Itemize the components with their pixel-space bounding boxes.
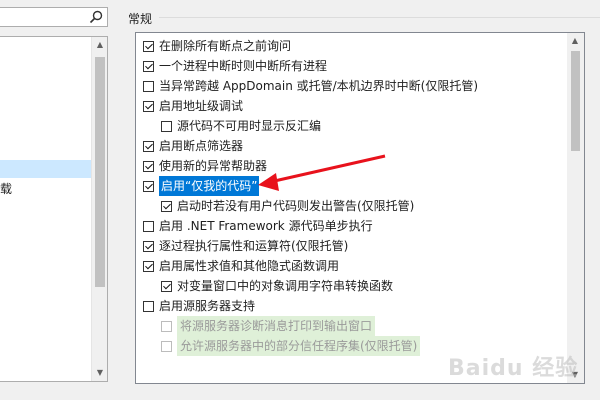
- options-search-box[interactable]: [0, 7, 108, 27]
- option-checkbox[interactable]: [143, 220, 154, 232]
- options-nav-panel: 载 ▲ ▼: [0, 0, 112, 400]
- option-checkbox[interactable]: [143, 160, 154, 172]
- option-row[interactable]: 一个进程中断时则中断所有进程: [143, 56, 327, 76]
- option-checkbox[interactable]: [143, 60, 154, 72]
- option-label: 启用“仅我的代码”: [159, 176, 260, 196]
- option-row[interactable]: 源代码不可用时显示反汇编: [161, 116, 321, 136]
- option-label: 一个进程中断时则中断所有进程: [159, 59, 328, 73]
- option-checkbox[interactable]: [143, 180, 154, 192]
- option-checkbox[interactable]: [143, 140, 154, 152]
- option-row[interactable]: 使用新的异常帮助器: [143, 156, 267, 176]
- tree-item-selected[interactable]: [0, 160, 92, 178]
- option-row[interactable]: 在删除所有断点之前询问: [143, 36, 291, 56]
- tree-item[interactable]: 载: [0, 180, 12, 198]
- option-checkbox[interactable]: [143, 40, 154, 52]
- section-title: 常规: [128, 12, 153, 26]
- option-row[interactable]: 逐过程执行属性和运算符(仅限托管): [143, 236, 348, 256]
- options-scrollbar[interactable]: ▲ ▼: [567, 33, 584, 383]
- tree-scrollbar[interactable]: ▲ ▼: [91, 37, 107, 381]
- option-label: 启用 .NET Framework 源代码单步执行: [159, 219, 373, 233]
- option-row[interactable]: 将源服务器诊断消息打印到输出窗口: [161, 316, 376, 336]
- debug-options-list: 在删除所有断点之前询问一个进程中断时则中断所有进程当异常跨越 AppDomain…: [135, 32, 585, 384]
- option-row[interactable]: 启用地址级调试: [143, 96, 243, 116]
- scroll-up-icon[interactable]: ▲: [567, 33, 583, 49]
- option-checkbox[interactable]: [161, 200, 172, 212]
- option-label: 当异常跨越 AppDomain 或托管/本机边界时中断(仅限托管): [159, 79, 479, 93]
- option-row[interactable]: 启用断点筛选器: [143, 136, 243, 156]
- option-label: 使用新的异常帮助器: [159, 159, 268, 173]
- option-row[interactable]: 当异常跨越 AppDomain 或托管/本机边界时中断(仅限托管): [143, 76, 478, 96]
- option-checkbox[interactable]: [143, 100, 154, 112]
- option-checkbox[interactable]: [143, 240, 154, 252]
- option-checkbox: [161, 320, 172, 332]
- search-icon[interactable]: [89, 10, 103, 24]
- option-row[interactable]: 启用属性求值和其他隐式函数调用: [143, 256, 339, 276]
- option-checkbox: [161, 340, 172, 352]
- option-row[interactable]: 启用 .NET Framework 源代码单步执行: [143, 216, 373, 236]
- tree-scrollbar-thumb[interactable]: [95, 57, 105, 287]
- option-checkbox[interactable]: [143, 300, 154, 312]
- tree-item-label: 载: [0, 182, 13, 196]
- option-label: 将源服务器诊断消息打印到输出窗口: [177, 316, 376, 336]
- option-label: 启用源服务器支持: [159, 299, 256, 313]
- option-row[interactable]: 启用“仅我的代码”: [143, 176, 260, 196]
- option-row[interactable]: 启动时若没有用户代码则发出警告(仅限托管): [161, 196, 414, 216]
- option-row[interactable]: 允许源服务器中的部分信任程序集(仅限托管): [161, 336, 421, 356]
- watermark-text: Baidu 经验: [448, 356, 579, 381]
- option-checkbox[interactable]: [143, 260, 154, 272]
- option-row[interactable]: 启用源服务器支持: [143, 296, 255, 316]
- option-checkbox[interactable]: [143, 80, 154, 92]
- section-divider: [159, 17, 600, 18]
- option-label: 对变量窗口中的对象调用字符串转换函数: [177, 279, 394, 293]
- option-label: 启用属性求值和其他隐式函数调用: [159, 259, 340, 273]
- scroll-down-icon[interactable]: ▼: [92, 365, 108, 381]
- option-label: 源代码不可用时显示反汇编: [177, 119, 322, 133]
- watermark: Baidu 经验: [448, 350, 578, 382]
- scroll-up-icon[interactable]: ▲: [92, 37, 108, 53]
- option-row[interactable]: 对变量窗口中的对象调用字符串转换函数: [161, 276, 393, 296]
- option-label: 在删除所有断点之前询问: [159, 39, 292, 53]
- option-checkbox[interactable]: [161, 120, 172, 132]
- option-label: 逐过程执行属性和运算符(仅限托管): [159, 239, 349, 253]
- option-label: 启用地址级调试: [159, 99, 244, 113]
- option-label: 启用断点筛选器: [159, 139, 244, 153]
- option-label: 启动时若没有用户代码则发出警告(仅限托管): [177, 199, 415, 213]
- options-scrollbar-thumb[interactable]: [571, 51, 580, 151]
- options-tree: 载 ▲ ▼: [0, 36, 108, 382]
- option-checkbox[interactable]: [161, 280, 172, 292]
- option-label: 允许源服务器中的部分信任程序集(仅限托管): [177, 336, 421, 356]
